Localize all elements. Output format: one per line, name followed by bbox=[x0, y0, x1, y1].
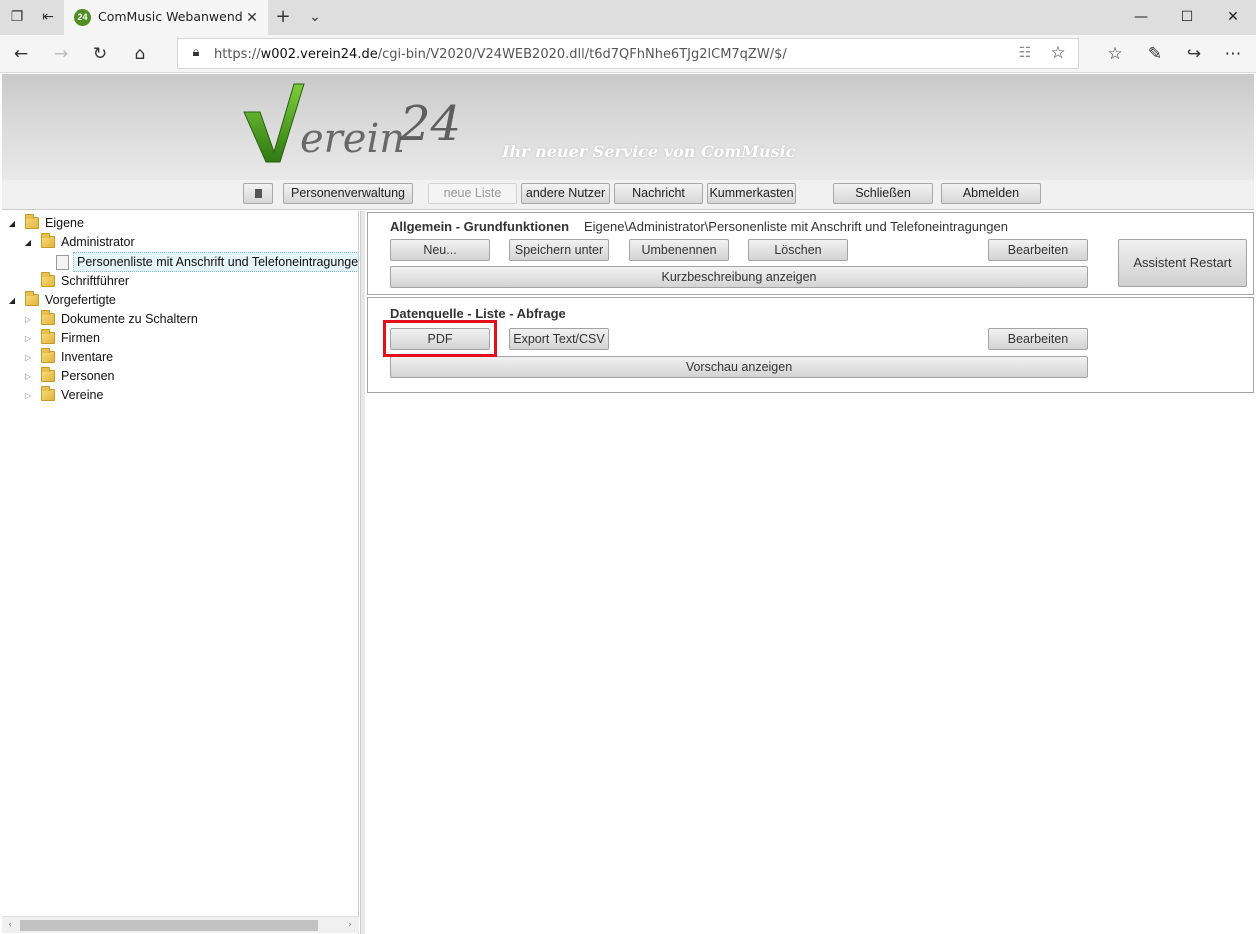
share-icon[interactable]: ↪ bbox=[1183, 44, 1205, 64]
expand-icon[interactable]: ▷ bbox=[23, 310, 33, 329]
tab-favicon-icon: 24 bbox=[74, 9, 91, 26]
folder-icon bbox=[41, 329, 55, 344]
kummerkasten-button[interactable]: Kummerkasten bbox=[707, 183, 796, 204]
site-banner: erein 24 Ihr neuer Service von ComMusic bbox=[2, 74, 1254, 180]
expand-icon[interactable]: ▷ bbox=[23, 348, 33, 367]
scrollbar-thumb[interactable] bbox=[20, 920, 318, 931]
edit-source-button[interactable]: Bearbeiten bbox=[988, 328, 1088, 350]
maximize-icon[interactable]: ☐ bbox=[1164, 0, 1210, 35]
expand-icon[interactable]: ▷ bbox=[23, 367, 33, 386]
tree-item-label: Firmen bbox=[61, 331, 100, 345]
tree-item-label: Dokumente zu Schaltern bbox=[61, 312, 198, 326]
show-preview-button[interactable]: Vorschau anzeigen bbox=[390, 356, 1088, 378]
current-list-path: Eigene\Administrator\Personenliste mit A… bbox=[584, 219, 1008, 234]
forward-icon[interactable]: → bbox=[50, 44, 72, 64]
minimize-icon[interactable]: — bbox=[1118, 0, 1164, 35]
browser-tab[interactable]: 24 ComMusic Webanwend ✕ bbox=[64, 0, 268, 35]
folder-icon bbox=[41, 272, 55, 287]
tree-item-label: Personen bbox=[61, 369, 115, 383]
folder-icon bbox=[41, 310, 55, 325]
assistant-restart-button[interactable]: Assistent Restart bbox=[1118, 239, 1247, 287]
collapse-icon[interactable]: ◢ bbox=[7, 291, 17, 310]
tree-item-label: Vereine bbox=[61, 388, 104, 402]
favorites-icon[interactable]: ☆ bbox=[1104, 44, 1126, 64]
scroll-left-icon[interactable]: ‹ bbox=[4, 919, 16, 932]
expand-icon[interactable]: ▷ bbox=[23, 386, 33, 405]
save-as-button[interactable]: Speichern unter bbox=[509, 239, 609, 261]
folder-icon bbox=[41, 233, 55, 248]
andere-nutzer-button[interactable]: andere Nutzer bbox=[521, 183, 610, 204]
list-document-icon bbox=[56, 255, 69, 270]
show-description-button[interactable]: Kurzbeschreibung anzeigen bbox=[390, 266, 1088, 288]
tab-close-icon[interactable]: ✕ bbox=[244, 7, 260, 27]
tab-actions-icon[interactable]: ❐ bbox=[8, 8, 26, 26]
browser-tab-bar: ❐ ⇤ 24 ComMusic Webanwend ✕ + ⌄ — ☐ ✕ bbox=[0, 0, 1256, 35]
neue-liste-button[interactable]: neue Liste bbox=[428, 183, 517, 204]
tree-item-label: Personenliste mit Anschrift und Telefone… bbox=[73, 252, 358, 272]
menu-bar: Personenverwaltung neue Liste andere Nut… bbox=[2, 180, 1254, 210]
folder-icon bbox=[25, 291, 39, 306]
url-path: /cgi-bin/V2020/V24WEB2020.dll/t6d7QFhNhe… bbox=[377, 47, 787, 62]
data-source-panel: Datenquelle - Liste - Abfrage PDF Export… bbox=[367, 297, 1254, 393]
tree-horizontal-scrollbar[interactable]: ‹ › bbox=[2, 916, 359, 933]
back-icon[interactable]: ← bbox=[10, 44, 32, 64]
tab-list-chevron-icon[interactable]: ⌄ bbox=[306, 8, 324, 26]
pdf-button[interactable]: PDF bbox=[390, 328, 490, 350]
collapse-icon[interactable]: ◢ bbox=[7, 214, 17, 233]
schliessen-button[interactable]: Schließen bbox=[833, 183, 933, 204]
refresh-icon[interactable]: ↻ bbox=[89, 44, 111, 64]
collapse-icon[interactable]: ◢ bbox=[23, 233, 33, 252]
folder-icon bbox=[41, 348, 55, 363]
edit-general-button[interactable]: Bearbeiten bbox=[988, 239, 1088, 261]
svg-text:erein: erein bbox=[300, 116, 405, 162]
folder-icon bbox=[41, 367, 55, 382]
svg-text:24: 24 bbox=[399, 96, 461, 152]
data-source-panel-title: Datenquelle - Liste - Abfrage bbox=[390, 306, 566, 321]
home-icon[interactable]: ⌂ bbox=[129, 44, 151, 64]
tree-item-personenliste[interactable]: Personenliste mit Anschrift und Telefone… bbox=[2, 252, 358, 272]
set-aside-tabs-icon[interactable]: ⇤ bbox=[39, 8, 57, 26]
personenverwaltung-button[interactable]: Personenverwaltung bbox=[283, 183, 413, 204]
window-close-icon[interactable]: ✕ bbox=[1210, 0, 1256, 35]
tree-item-label: Administrator bbox=[61, 235, 135, 249]
verein24-logo: erein 24 bbox=[243, 83, 461, 163]
tab-title: ComMusic Webanwend bbox=[98, 9, 243, 24]
delete-button[interactable]: Löschen bbox=[748, 239, 848, 261]
lock-icon[interactable]: 🔒︎ bbox=[185, 43, 207, 63]
browser-address-bar: ← → ↻ ⌂ 🔒︎ https://w002.verein24.de/cgi-… bbox=[0, 35, 1256, 73]
expand-icon[interactable]: ▷ bbox=[23, 329, 33, 348]
pane-splitter[interactable] bbox=[360, 211, 365, 934]
folder-icon bbox=[41, 386, 55, 401]
site-tagline: Ihr neuer Service von ComMusic bbox=[502, 142, 796, 161]
sidebar-toggle-button[interactable] bbox=[243, 183, 273, 204]
general-functions-panel: Allgemein - Grundfunktionen Eigene\Admin… bbox=[367, 212, 1254, 295]
rename-button[interactable]: Umbenennen bbox=[629, 239, 729, 261]
tree-item-label: Schriftführer bbox=[61, 274, 130, 288]
abmelden-button[interactable]: Abmelden bbox=[941, 183, 1041, 204]
url-text: https://w002.verein24.de/cgi-bin/V2020/V… bbox=[214, 47, 787, 62]
url-prefix: https:// bbox=[214, 47, 261, 62]
folder-tree: ◢ Eigene ◢ Administrator Personenliste m… bbox=[2, 211, 359, 934]
tree-item-label: Inventare bbox=[61, 350, 114, 364]
new-button[interactable]: Neu... bbox=[390, 239, 490, 261]
general-panel-title: Allgemein - Grundfunktionen bbox=[390, 219, 570, 234]
scroll-right-icon[interactable]: › bbox=[344, 919, 356, 932]
more-icon[interactable]: ⋯ bbox=[1222, 44, 1244, 64]
tree-item-label: Eigene bbox=[45, 216, 84, 230]
nachricht-button[interactable]: Nachricht bbox=[614, 183, 703, 204]
favorite-star-icon[interactable]: ☆ bbox=[1047, 43, 1069, 63]
reading-view-icon[interactable]: ☷ bbox=[1014, 43, 1036, 63]
tree-item-label: Vorgefertigte bbox=[45, 293, 116, 307]
url-input[interactable]: 🔒︎ https://w002.verein24.de/cgi-bin/V202… bbox=[177, 38, 1079, 69]
new-tab-icon[interactable]: + bbox=[274, 8, 292, 26]
folder-icon bbox=[25, 214, 39, 229]
book-icon bbox=[254, 189, 262, 198]
pen-notes-icon[interactable]: ✎ bbox=[1144, 44, 1166, 64]
url-domain: w002.verein24.de bbox=[260, 47, 378, 62]
export-csv-button[interactable]: Export Text/CSV bbox=[509, 328, 609, 350]
